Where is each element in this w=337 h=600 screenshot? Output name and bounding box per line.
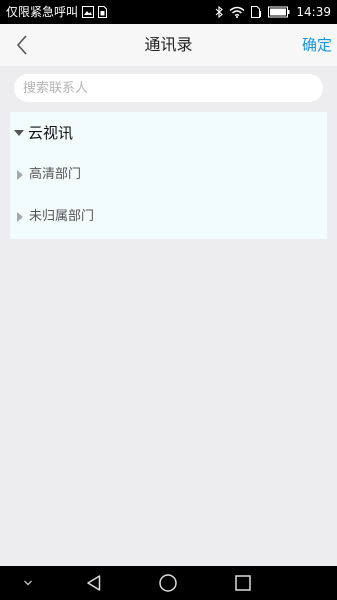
battery-icon bbox=[268, 6, 290, 18]
nav-home-button[interactable] bbox=[151, 566, 185, 600]
sim-icon bbox=[98, 6, 108, 18]
nav-recents-button[interactable] bbox=[226, 566, 260, 600]
sim-data-icon bbox=[251, 6, 262, 18]
system-nav-bar bbox=[0, 566, 337, 600]
back-button[interactable] bbox=[8, 31, 36, 59]
image-icon bbox=[82, 6, 95, 18]
chevron-down-icon bbox=[24, 580, 32, 586]
wifi-icon bbox=[229, 6, 245, 18]
caret-down-icon bbox=[14, 130, 24, 136]
tree-item-department[interactable]: 未归属部门 bbox=[10, 197, 327, 237]
page-title: 通讯录 bbox=[144, 35, 193, 54]
hide-nav-button[interactable] bbox=[11, 566, 45, 600]
status-left: 仅限紧急呼叫 bbox=[6, 4, 108, 20]
tree-root-item[interactable]: 云视讯 bbox=[10, 112, 327, 154]
contact-tree: 云视讯 高清部门 未归属部门 bbox=[10, 112, 327, 239]
bluetooth-icon bbox=[215, 5, 224, 19]
tree-item-department[interactable]: 高清部门 bbox=[10, 155, 327, 195]
caret-right-icon bbox=[17, 212, 23, 222]
search-input[interactable] bbox=[14, 74, 323, 102]
chevron-left-icon bbox=[16, 35, 27, 55]
status-bar: 仅限紧急呼叫 14:39 bbox=[0, 0, 337, 24]
carrier-text: 仅限紧急呼叫 bbox=[6, 5, 79, 19]
status-time: 14:39 bbox=[296, 5, 331, 19]
tree-item-label: 高清部门 bbox=[29, 167, 82, 182]
tree-item-label: 未归属部门 bbox=[29, 209, 95, 224]
tree-root-label: 云视讯 bbox=[28, 124, 74, 142]
home-circle-icon bbox=[159, 574, 177, 592]
recents-square-icon bbox=[235, 575, 251, 591]
back-triangle-icon bbox=[87, 575, 101, 591]
header: 通讯录 确定 bbox=[0, 24, 337, 66]
nav-back-button[interactable] bbox=[77, 566, 111, 600]
caret-right-icon bbox=[17, 170, 23, 180]
status-right: 14:39 bbox=[209, 4, 331, 20]
confirm-button[interactable]: 确定 bbox=[302, 24, 332, 66]
